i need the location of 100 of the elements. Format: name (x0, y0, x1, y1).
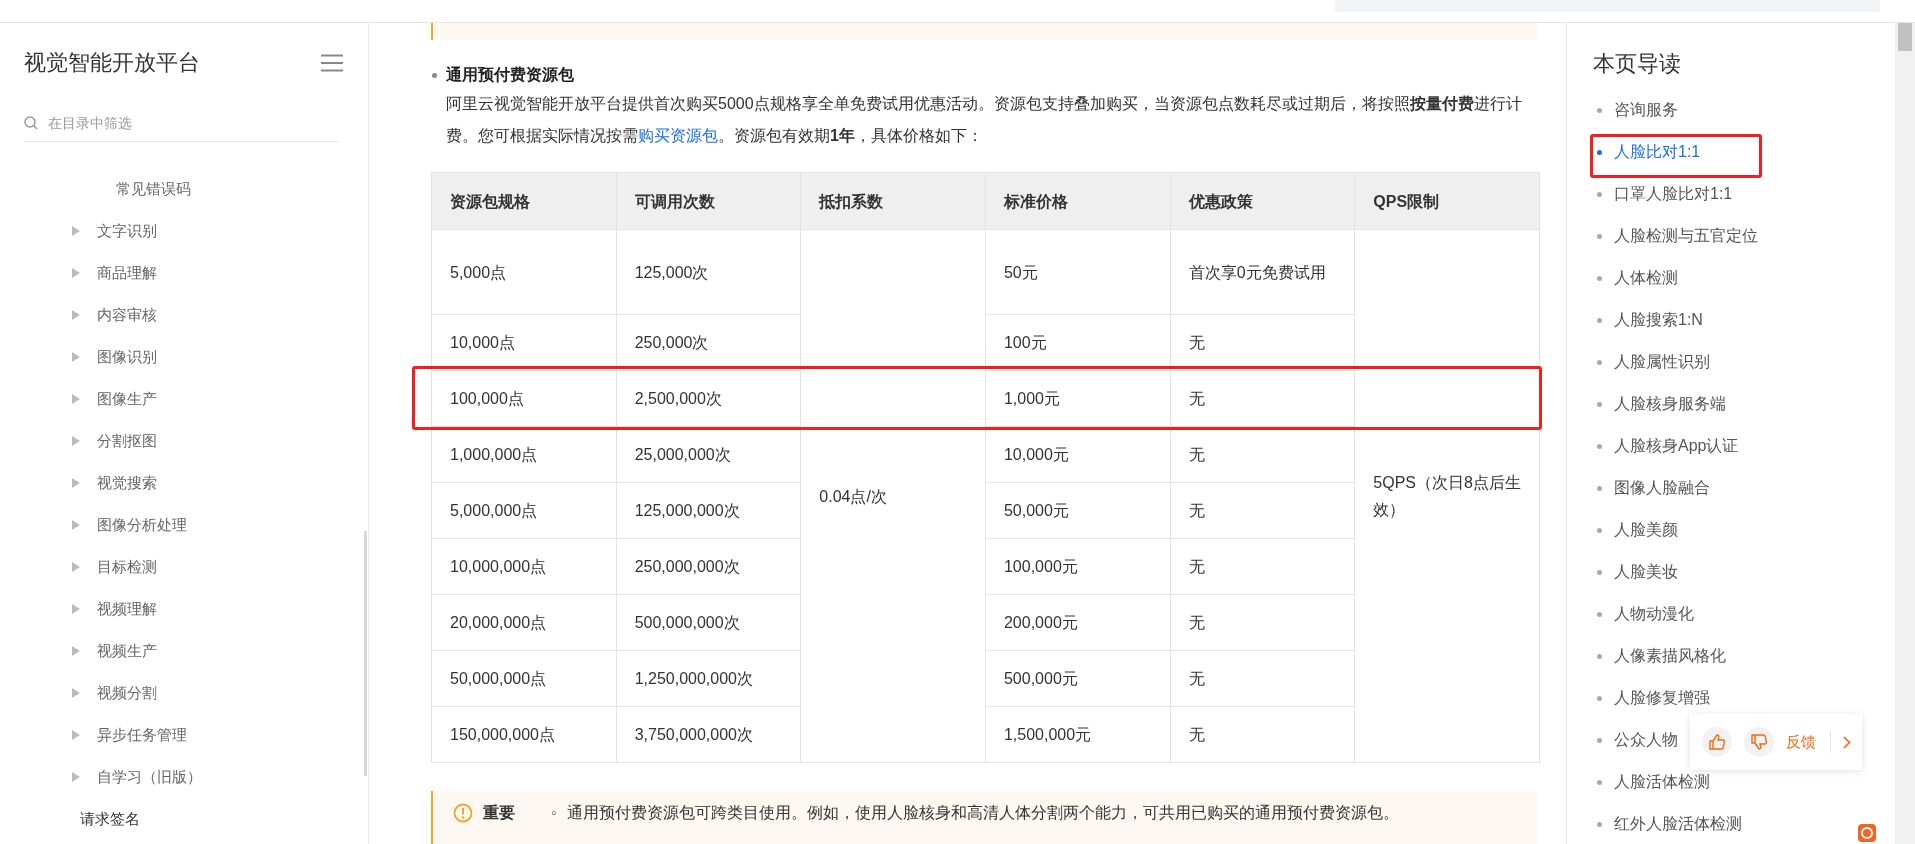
note-bullet: ◦ (551, 803, 557, 823)
bullet-dot (432, 73, 437, 78)
bullet-dot (1597, 359, 1602, 365)
toc-link[interactable]: 人脸搜索1:N (1614, 309, 1703, 331)
caret-right-icon[interactable] (72, 520, 80, 530)
sidebar-item[interactable]: 图像识别 (97, 347, 157, 367)
toc-link[interactable]: 人脸核身服务端 (1614, 393, 1726, 415)
chevron-right-icon[interactable] (1843, 735, 1851, 749)
toc-link[interactable]: 人脸属性识别 (1614, 351, 1710, 373)
sidebar-item[interactable]: 自学习（旧版） (97, 767, 202, 787)
bullet-dot (1597, 611, 1602, 617)
toc-title: 本页导读 (1593, 50, 1682, 78)
bullet-dot (1597, 779, 1602, 785)
caret-right-icon[interactable] (72, 772, 80, 782)
thumbs-down-button[interactable] (1744, 727, 1774, 757)
note-label: 重要 (483, 803, 515, 823)
bullet-dot (1597, 275, 1602, 281)
toc-link[interactable]: 咨询服务 (1614, 99, 1678, 121)
sidebar-item[interactable]: 视觉搜索 (97, 473, 157, 493)
table-cell: 5,000,000点 (431, 482, 617, 539)
sidebar-item[interactable]: 分割抠图 (97, 431, 157, 451)
table-cell: 首次享0元免费试用 (1170, 229, 1355, 315)
section-heading: 通用预付费资源包 (446, 65, 575, 85)
table-cell: 20,000,000点 (431, 594, 617, 651)
caret-right-icon[interactable] (72, 730, 80, 740)
table-cell: 5,000点 (431, 229, 617, 315)
sidebar-title: 视觉智能开放平台 (24, 49, 200, 77)
bullet-dot (1597, 569, 1602, 575)
caret-right-icon[interactable] (72, 604, 80, 614)
column-header: 抵扣系数 (800, 172, 986, 230)
sidebar-item[interactable]: 视频生产 (97, 641, 157, 661)
bullet-dot (1597, 737, 1602, 743)
thumbs-up-icon (1708, 733, 1726, 751)
toc-link[interactable]: 人脸美颜 (1614, 519, 1678, 541)
caret-right-icon[interactable] (72, 688, 80, 698)
table-cell: 50元 (985, 229, 1171, 315)
app-icon[interactable] (1858, 824, 1876, 842)
caret-right-icon[interactable] (72, 478, 80, 488)
sidebar-item[interactable]: 视频分割 (97, 683, 157, 703)
table-cell: 1,000元 (985, 370, 1171, 427)
scrollbar-thumb[interactable] (1898, 23, 1912, 51)
toc-link[interactable]: 人脸比对1:1 (1614, 141, 1701, 163)
toc-link[interactable]: 人脸修复增强 (1614, 687, 1710, 709)
toc-link[interactable]: 口罩人脸比对1:1 (1614, 183, 1733, 205)
toc-link[interactable]: 人脸检测与五官定位 (1614, 225, 1758, 247)
table-cell: 500,000元 (985, 650, 1171, 707)
table-cell: 50,000元 (985, 482, 1171, 539)
table-cell: 150,000,000点 (431, 706, 617, 763)
toc-link[interactable]: 人体检测 (1614, 267, 1678, 289)
toc-link[interactable]: 人像素描风格化 (1614, 645, 1726, 667)
bullet-dot (1597, 443, 1602, 449)
sidebar-item[interactable]: 图像生产 (97, 389, 157, 409)
column-header: 可调用次数 (616, 172, 801, 230)
column-header: QPS限制 (1354, 172, 1540, 230)
paragraph: 阿里云视觉智能开放平台提供首次购买5000点规格享全单免费试用优惠活动。资源包支持叠加购买，当资源包点数耗尽或过期后，将按照按量付费进行计费。您可根据实际情况按需购买资源包。资源包有效期1年，具体价格如下： (446, 94, 1523, 146)
sidebar-item[interactable]: 商品理解 (97, 263, 157, 283)
caret-right-icon[interactable] (72, 226, 80, 236)
table-cell: 125,000次 (616, 229, 801, 315)
caret-right-icon[interactable] (72, 394, 80, 404)
caret-right-icon[interactable] (72, 436, 80, 446)
sidebar-item[interactable]: 视频理解 (97, 599, 157, 619)
table-cell: 200,000元 (985, 594, 1171, 651)
caret-right-icon[interactable] (72, 646, 80, 656)
buy-link[interactable]: 购买资源包 (638, 127, 718, 144)
sidebar-item[interactable]: 常见错误码 (116, 179, 191, 199)
table-cell: 100元 (985, 314, 1171, 371)
caret-right-icon[interactable] (72, 562, 80, 572)
bullet-dot (1597, 821, 1602, 827)
warning-icon (453, 803, 473, 823)
column-header: 标准价格 (985, 172, 1171, 230)
sidebar-item[interactable]: 异步任务管理 (97, 725, 187, 745)
bullet-dot (1597, 107, 1602, 113)
sidebar-item[interactable]: 图像分析处理 (97, 515, 187, 535)
bullet-dot (1597, 653, 1602, 659)
sidebar-item[interactable]: 内容审核 (97, 305, 157, 325)
table-cell: 50,000,000点 (431, 650, 617, 707)
search-icon (24, 116, 38, 130)
bullet-dot (1597, 401, 1602, 407)
table-cell: 0.04点/次 (800, 229, 986, 763)
toc-link[interactable]: 红外人脸活体检测 (1614, 813, 1742, 835)
table-cell: 100,000点 (431, 370, 617, 427)
table-cell: 1,500,000元 (985, 706, 1171, 763)
toc-link[interactable]: 图像人脸融合 (1614, 477, 1710, 499)
toc-link[interactable]: 公众人物 (1614, 729, 1678, 751)
sidebar-item[interactable]: 文字识别 (97, 221, 157, 241)
sidebar-item[interactable]: 请求签名 (80, 809, 140, 829)
thumbs-down-icon (1750, 733, 1768, 751)
sidebar-item[interactable]: 目标检测 (97, 557, 157, 577)
caret-right-icon[interactable] (72, 268, 80, 278)
caret-right-icon[interactable] (72, 352, 80, 362)
toc-link[interactable]: 人脸核身App认证 (1614, 435, 1739, 457)
thumbs-up-button[interactable] (1702, 727, 1732, 757)
toc-link[interactable]: 人脸美妆 (1614, 561, 1678, 583)
bullet-dot (1597, 149, 1602, 155)
caret-right-icon[interactable] (72, 310, 80, 320)
bullet-dot (1597, 233, 1602, 239)
toc-link[interactable]: 人脸活体检测 (1614, 771, 1710, 793)
note-text: 通用预付费资源包可跨类目使用。例如，使用人脸核身和高清人体分割两个能力，可共用已购买的通用预付费资源包。 (566, 803, 1399, 823)
toc-link[interactable]: 人物动漫化 (1614, 603, 1694, 625)
menu-icon[interactable] (321, 54, 343, 72)
